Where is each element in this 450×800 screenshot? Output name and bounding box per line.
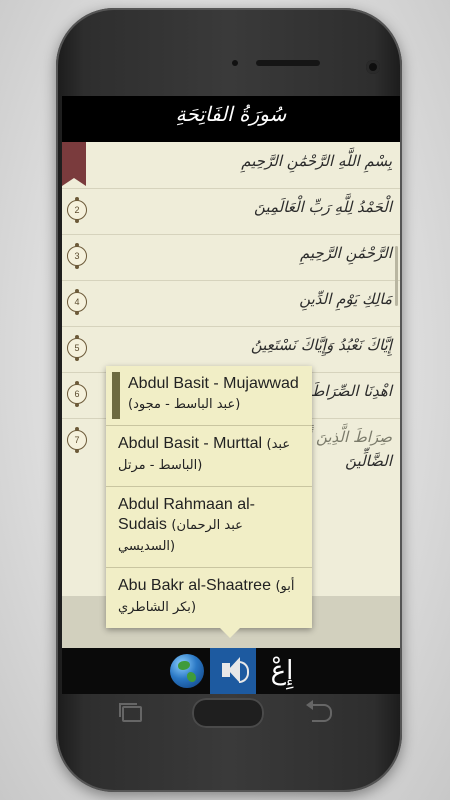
ayah-text: الْحَمْدُ لِلَّهِ رَبِّ الْعَالَمِينَ <box>254 198 392 216</box>
erab-button[interactable]: إِعْ <box>262 652 302 690</box>
reciter-menu: Abdul Basit - Mujawwad (عبد الباسط - مجو… <box>106 366 312 628</box>
reciter-item-abdul-basit-mujawwad[interactable]: Abdul Basit - Mujawwad (عبد الباسط - مجو… <box>106 366 312 426</box>
proximity-sensor <box>232 60 238 66</box>
ayah-number-marker: 5 <box>67 335 87 361</box>
ayah-row[interactable]: 2 الْحَمْدُ لِلَّهِ رَبِّ الْعَالَمِينَ <box>62 188 400 235</box>
back-icon[interactable] <box>306 700 332 722</box>
ayah-text: إِيَّاكَ نَعْبُدُ وَإِيَّاكَ نَسْتَعِينُ <box>250 336 392 354</box>
ayah-text: الرَّحْمَٰنِ الرَّحِيمِ <box>300 244 392 262</box>
ayah-text: الضَّالِّينَ <box>345 452 392 470</box>
ayah-number-marker: 6 <box>67 381 87 407</box>
home-button[interactable] <box>192 698 264 728</box>
reciter-name: Abu Bakr al-Shaatree <box>118 577 271 594</box>
app-screen: سُورَةُ الفَاتِحَةِ بِسْمِ اللَّهِ الرَّ… <box>62 96 400 694</box>
ayah-row[interactable]: 3 الرَّحْمَٰنِ الرَّحِيمِ <box>62 234 400 281</box>
recent-apps-icon[interactable] <box>119 703 142 722</box>
sound-wave <box>239 661 249 683</box>
reciter-name: Abdul Basit - Mujawwad <box>128 375 299 392</box>
reciter-item-abdul-basit-murttal[interactable]: Abdul Basit - Murttal (عبد الباسط - مرتل… <box>106 426 312 487</box>
bottom-toolbar: إِعْ <box>62 648 400 694</box>
reciter-arabic-name: (عبد الباسط - مجود) <box>128 397 241 412</box>
scrollbar[interactable] <box>395 246 398 306</box>
ayah-row[interactable]: بِسْمِ اللَّهِ الرَّحْمَٰنِ الرَّحِيمِ <box>62 142 400 189</box>
reciter-name: Abdul Basit - Murttal <box>118 435 263 452</box>
ayah-text: بِسْمِ اللَّهِ الرَّحْمَٰنِ الرَّحِيمِ <box>241 152 392 170</box>
ayah-text: مَالِكِ يَوْمِ الدِّينِ <box>299 290 392 308</box>
reciter-item-abdul-rahmaan-al-sudais[interactable]: Abdul Rahmaan al-Sudais (عبد الرحمان الس… <box>106 487 312 568</box>
bookmark-ribbon[interactable] <box>62 142 86 186</box>
ayah-number-marker: 2 <box>67 197 87 223</box>
speaker-icon[interactable] <box>210 648 256 694</box>
ayah-number-marker: 4 <box>67 289 87 315</box>
front-camera <box>366 60 380 74</box>
ayah-row[interactable]: 4 مَالِكِ يَوْمِ الدِّينِ <box>62 280 400 327</box>
reciter-item-abu-bakr-al-shaatree[interactable]: Abu Bakr al-Shaatree (أبو بكر الشاطري) <box>106 568 312 628</box>
title-bar: سُورَةُ الفَاتِحَةِ <box>62 96 400 142</box>
surah-title: سُورَةُ الفَاتِحَةِ <box>175 102 287 126</box>
popup-pointer <box>220 628 240 638</box>
globe-icon[interactable] <box>170 654 204 688</box>
earpiece-speaker <box>256 60 320 66</box>
ayah-number-marker: 3 <box>67 243 87 269</box>
